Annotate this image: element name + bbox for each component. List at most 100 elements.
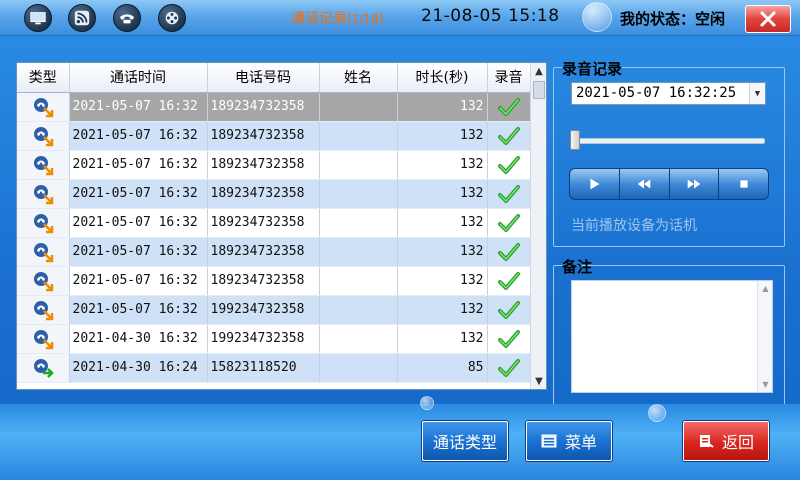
check-icon[interactable]	[497, 271, 520, 290]
rewind-icon	[637, 179, 651, 189]
duration-cell: 132	[397, 179, 488, 209]
scroll-down-icon[interactable]: ▼	[531, 373, 547, 389]
check-icon[interactable]	[497, 155, 520, 174]
table-row[interactable]: 2021-05-07 16:32 189234732358 132	[17, 208, 531, 238]
notes-scroll-up-icon[interactable]: ▲	[758, 281, 773, 296]
call-type-button-label: 通话类型	[432, 433, 497, 452]
call-time-cell: 2021-05-07 16:32	[69, 121, 208, 151]
contact-name-cell	[319, 150, 398, 180]
incoming-call-icon	[32, 213, 54, 233]
table-row[interactable]: 2021-05-07 16:32 189234732358 132	[17, 266, 531, 296]
rss-icon[interactable]	[68, 4, 96, 32]
call-type-cell	[17, 92, 70, 122]
recording-cell	[487, 208, 531, 238]
duration-cell: 132	[397, 266, 488, 296]
notes-scrollbar[interactable]: ▲ ▼	[757, 281, 772, 392]
notes-textarea[interactable]: ▲ ▼	[571, 280, 773, 393]
call-log-window: 通话记录[1/18] 21-08-05 15:18 我的状态：空闲 类型 通话时…	[0, 0, 800, 480]
call-type-cell	[17, 150, 70, 180]
duration-cell: 132	[397, 237, 488, 267]
rewind-button[interactable]	[620, 169, 670, 199]
call-type-cell	[17, 121, 70, 151]
duration-cell: 132	[397, 208, 488, 238]
recording-cell	[487, 92, 531, 122]
recording-cell	[487, 266, 531, 296]
table-row[interactable]: 2021-05-07 16:32 189234732358 132	[17, 237, 531, 267]
table-row[interactable]: 2021-05-07 16:32 189234732358 132	[17, 150, 531, 180]
close-button[interactable]	[745, 5, 791, 33]
col-header-type[interactable]: 类型	[17, 63, 70, 93]
duration-cell: 132	[397, 295, 488, 325]
duration-cell: 85	[397, 353, 488, 383]
phone-icon[interactable]	[113, 4, 141, 32]
stop-button[interactable]	[719, 169, 768, 199]
incoming-call-icon	[32, 126, 54, 146]
recording-cell	[487, 121, 531, 151]
chevron-down-icon[interactable]: ▼	[749, 83, 765, 104]
check-icon[interactable]	[497, 300, 520, 319]
table-row[interactable]: 2021-04-30 16:24 15823118520 85	[17, 353, 531, 383]
title-bar: 通话记录[1/18] 21-08-05 15:18 我的状态：空闲	[0, 0, 800, 36]
contact-name-cell	[319, 266, 398, 296]
call-type-button[interactable]: 通话类型	[422, 421, 508, 461]
play-button[interactable]	[570, 169, 620, 199]
check-icon[interactable]	[497, 126, 520, 145]
table-row[interactable]: 2021-05-07 16:32 189234732358 132	[17, 179, 531, 209]
call-type-cell	[17, 324, 70, 354]
menu-icon	[541, 434, 557, 448]
call-time-cell: 2021-05-07 16:32	[69, 266, 208, 296]
check-icon[interactable]	[497, 329, 520, 348]
table-body: 2021-05-07 16:32 189234732358 132 2021-05-0…	[17, 92, 531, 383]
check-icon[interactable]	[497, 97, 520, 116]
page-indicator: [1/18]	[347, 12, 384, 26]
contact-name-cell	[319, 179, 398, 209]
playback-controls	[569, 168, 769, 200]
col-header-duration[interactable]: 时长(秒)	[397, 63, 488, 93]
playback-slider-thumb[interactable]	[570, 130, 580, 150]
back-button[interactable]: 返回	[683, 421, 769, 461]
table-scrollbar[interactable]: ▲ ▼	[530, 63, 546, 389]
duration-cell: 132	[397, 121, 488, 151]
call-time-cell: 2021-05-07 16:32	[69, 208, 208, 238]
recording-date-select[interactable]: 2021-05-07 16:32:25 ▼	[571, 82, 766, 105]
call-time-cell: 2021-05-07 16:32	[69, 92, 208, 122]
notes-scroll-down-icon[interactable]: ▼	[758, 377, 773, 392]
incoming-call-icon	[32, 155, 54, 175]
close-icon	[760, 11, 776, 27]
scroll-up-icon[interactable]: ▲	[531, 63, 547, 79]
call-time-cell: 2021-05-07 16:32	[69, 179, 208, 209]
call-type-cell	[17, 295, 70, 325]
table-row[interactable]: 2021-05-07 16:32 199234732358 132	[17, 295, 531, 325]
decorative-bubble	[648, 404, 666, 422]
contact-name-cell	[319, 353, 398, 383]
scroll-thumb[interactable]	[533, 81, 545, 99]
monitor-icon[interactable]	[24, 4, 52, 32]
col-header-recording[interactable]: 录音	[487, 63, 531, 93]
page-title: 通话记录[1/18]	[291, 8, 383, 28]
recording-panel-title: 录音记录	[562, 60, 623, 78]
table-row[interactable]: 2021-05-07 16:32 189234732358 132	[17, 92, 531, 122]
check-icon[interactable]	[497, 358, 520, 377]
notes-panel: 备注 ▲ ▼	[553, 258, 785, 407]
col-header-name[interactable]: 姓名	[319, 63, 398, 93]
call-time-cell: 2021-05-07 16:32	[69, 237, 208, 267]
back-button-label: 返回	[721, 433, 754, 452]
notes-panel-title: 备注	[562, 258, 593, 276]
film-reel-icon[interactable]	[158, 4, 186, 32]
play-icon	[590, 178, 600, 190]
check-icon[interactable]	[497, 242, 520, 261]
user-status: 我的状态：空闲	[620, 10, 726, 28]
table-row[interactable]: 2021-04-30 16:32 199234732358 132	[17, 324, 531, 354]
check-icon[interactable]	[497, 184, 520, 203]
playback-slider-track[interactable]	[572, 138, 765, 144]
col-header-phone[interactable]: 电话号码	[207, 63, 320, 93]
fast-forward-button[interactable]	[670, 169, 720, 199]
check-icon[interactable]	[497, 213, 520, 232]
table-row[interactable]: 2021-05-07 16:32 189234732358 132	[17, 121, 531, 151]
recording-cell	[487, 237, 531, 267]
call-type-cell	[17, 179, 70, 209]
menu-button[interactable]: 菜单	[526, 421, 612, 461]
duration-cell: 132	[397, 150, 488, 180]
col-header-time[interactable]: 通话时间	[69, 63, 208, 93]
call-type-cell	[17, 266, 70, 296]
